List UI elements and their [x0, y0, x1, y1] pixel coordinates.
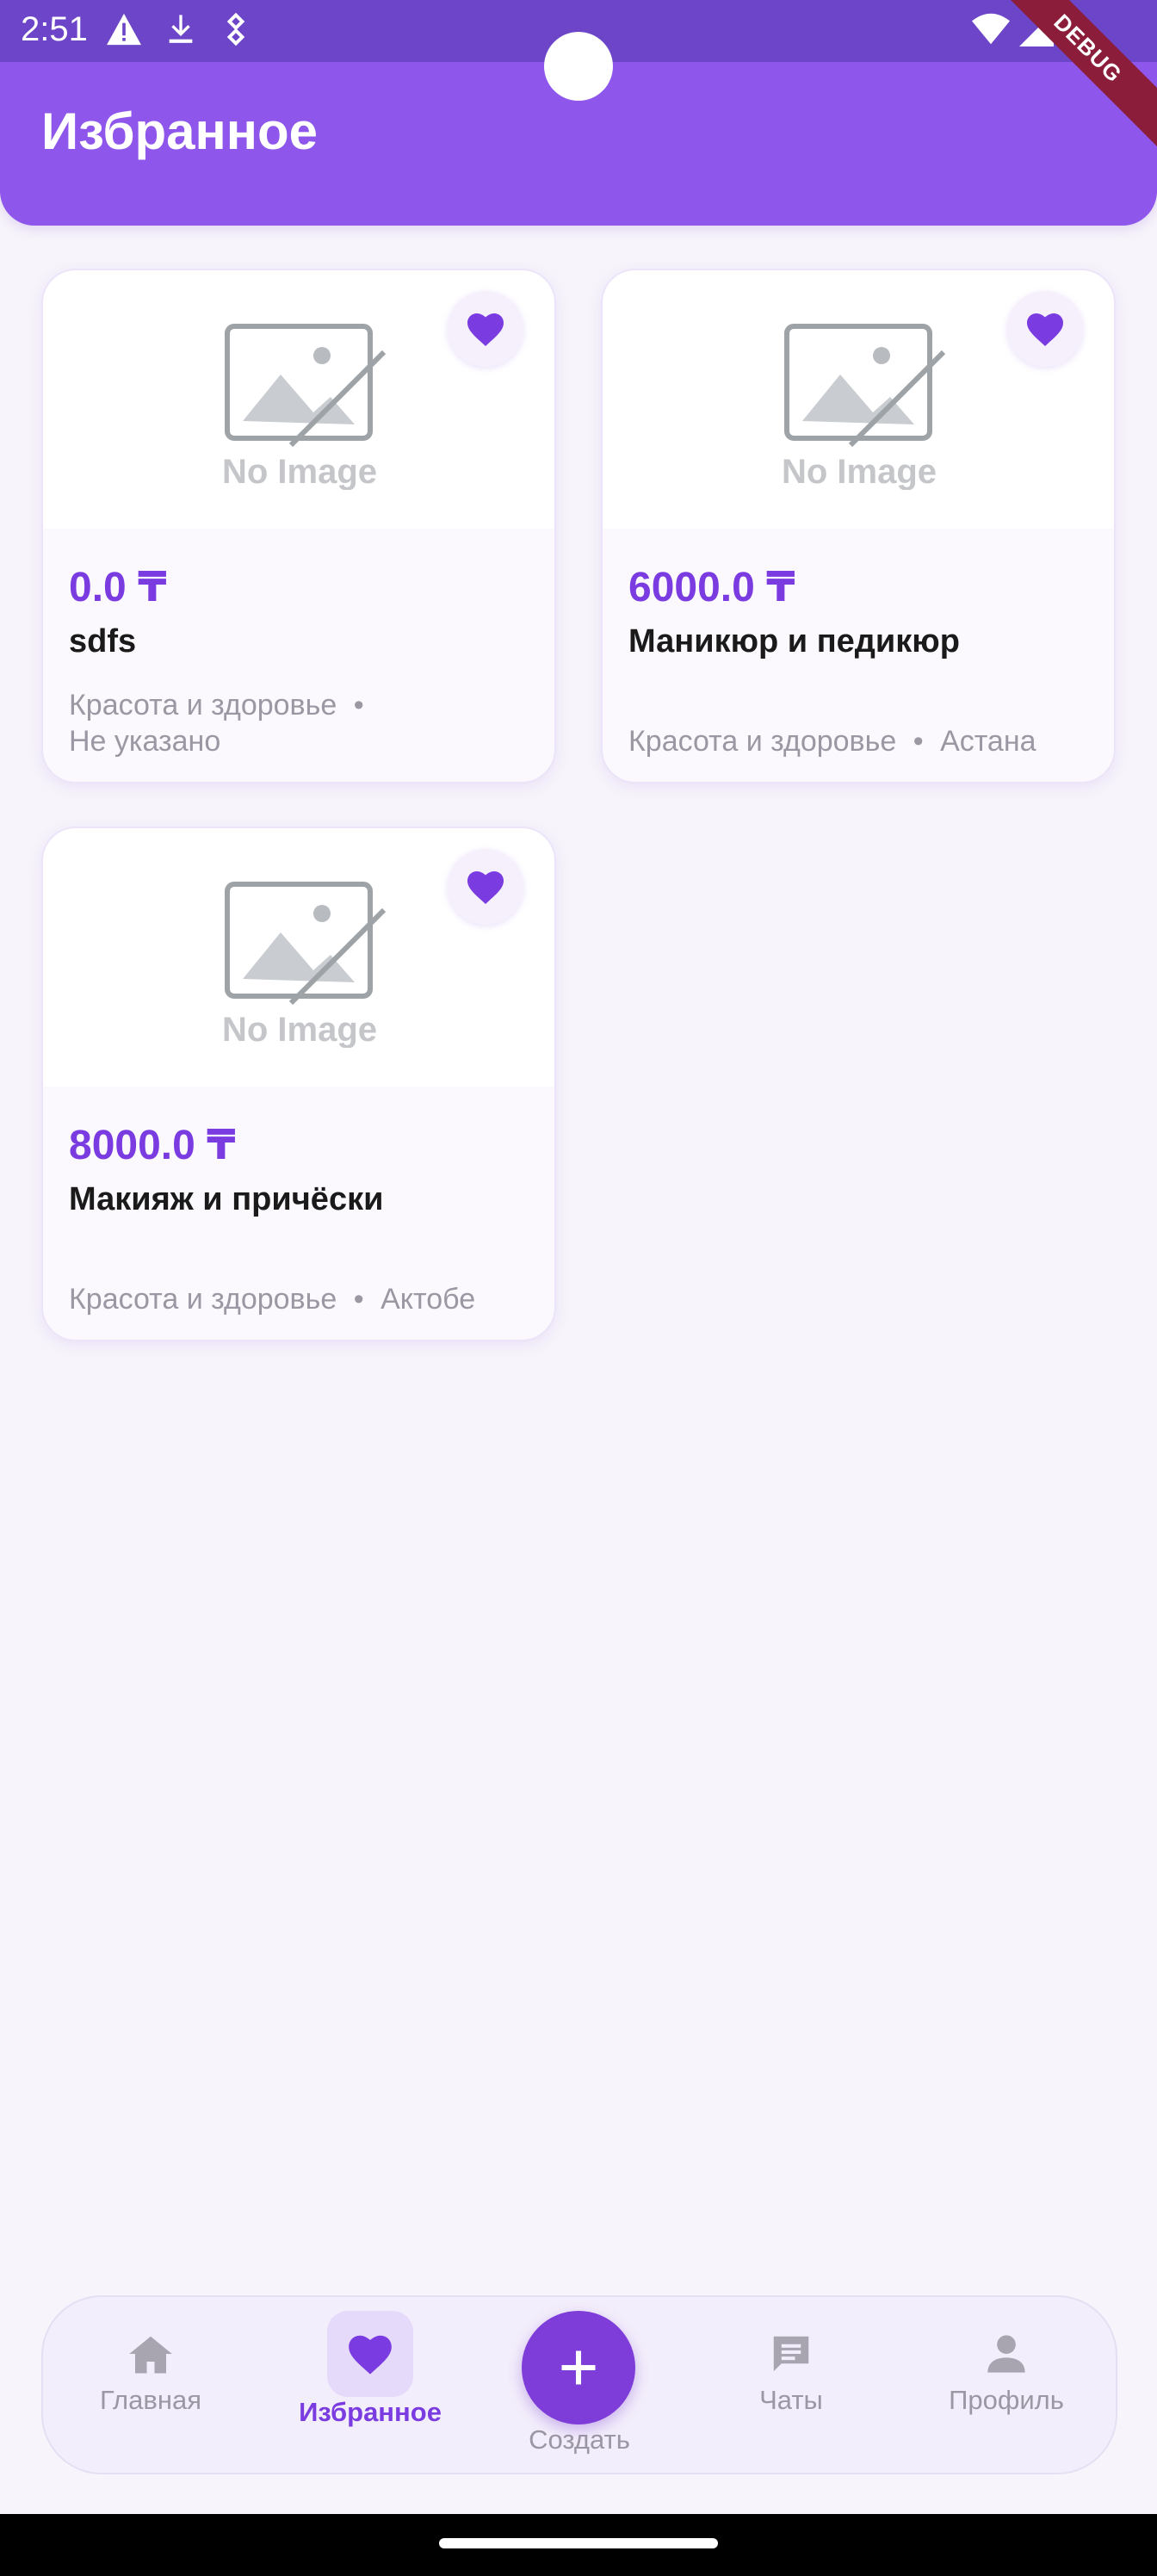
- home-indicator[interactable]: [439, 2538, 718, 2548]
- listing-card[interactable]: No Image 0.0 ₸ sdfs Красота и здоровье •…: [41, 269, 556, 783]
- listing-price: 8000.0 ₸: [69, 1123, 236, 1168]
- warning-icon: [105, 12, 143, 51]
- vpn-key-icon: [220, 12, 251, 51]
- no-image-icon: No Image: [222, 324, 386, 490]
- listing-price: 0.0 ₸: [69, 565, 167, 610]
- no-image-icon: No Image: [222, 882, 386, 1048]
- listing-meta: Красота и здоровье • Не указано: [69, 687, 373, 759]
- listing-city: Не указано: [69, 725, 221, 758]
- no-image-label: No Image: [222, 1011, 377, 1048]
- heart-icon: [349, 2335, 392, 2375]
- nav-item-chats[interactable]: Чаты: [709, 2297, 873, 2473]
- status-time: 2:51: [21, 10, 88, 48]
- page-title: Избранное: [41, 102, 319, 160]
- no-image-label: No Image: [782, 453, 937, 490]
- listing-category: Красота и здоровье: [628, 725, 897, 758]
- nav-label-chats: Чаты: [759, 2385, 823, 2415]
- no-image-icon: No Image: [782, 324, 945, 490]
- favorite-button[interactable]: [448, 849, 523, 925]
- listing-title: Макияж и причёски: [69, 1181, 384, 1217]
- heart-icon: [467, 871, 504, 904]
- listing-title: sdfs: [69, 623, 137, 659]
- listing-meta: Красота и здоровье • Астана: [628, 723, 1036, 759]
- heart-icon: [1027, 313, 1063, 346]
- create-button[interactable]: [522, 2311, 635, 2424]
- listing-card[interactable]: No Image 6000.0 ₸ Маникюр и педикюр Крас…: [601, 269, 1116, 783]
- debug-banner: DEBUG: [985, 0, 1157, 155]
- listing-price: 6000.0 ₸: [628, 565, 795, 610]
- listing-category: Красота и здоровье: [69, 1283, 337, 1316]
- nav-label-create: Создать: [529, 2424, 630, 2455]
- person-icon: [987, 2335, 1025, 2373]
- home-icon: [129, 2336, 172, 2374]
- app-bar: 2:51 DEBUG Избранное: [0, 0, 1157, 226]
- meta-separator: •: [353, 689, 364, 721]
- favorite-button[interactable]: [1007, 291, 1083, 367]
- listing-meta: Красота и здоровье • Актобе: [69, 1281, 475, 1317]
- meta-separator: •: [353, 1283, 364, 1316]
- nav-item-profile[interactable]: Профиль: [925, 2297, 1088, 2473]
- nav-item-home[interactable]: Главная: [69, 2297, 232, 2473]
- camera-cutout: [544, 32, 613, 101]
- nav-label-favorites: Избранное: [299, 2397, 442, 2427]
- heart-icon: [467, 313, 504, 346]
- nav-item-favorites[interactable]: Избранное: [275, 2297, 465, 2473]
- listing-card[interactable]: No Image 8000.0 ₸ Макияж и причёски Крас…: [41, 827, 556, 1341]
- plus-icon: [561, 2350, 596, 2385]
- active-indicator: [327, 2311, 413, 2397]
- listing-title: Маникюр и педикюр: [628, 623, 960, 659]
- nav-label-home: Главная: [100, 2385, 201, 2415]
- favorite-button[interactable]: [448, 291, 523, 367]
- listing-category: Красота и здоровье: [69, 689, 337, 721]
- meta-separator: •: [913, 725, 924, 758]
- nav-label-profile: Профиль: [949, 2385, 1064, 2415]
- no-image-label: No Image: [222, 453, 377, 490]
- listing-city: Астана: [940, 725, 1036, 758]
- listing-city: Актобе: [381, 1283, 476, 1316]
- download-icon: [164, 12, 198, 51]
- chat-icon: [773, 2336, 809, 2372]
